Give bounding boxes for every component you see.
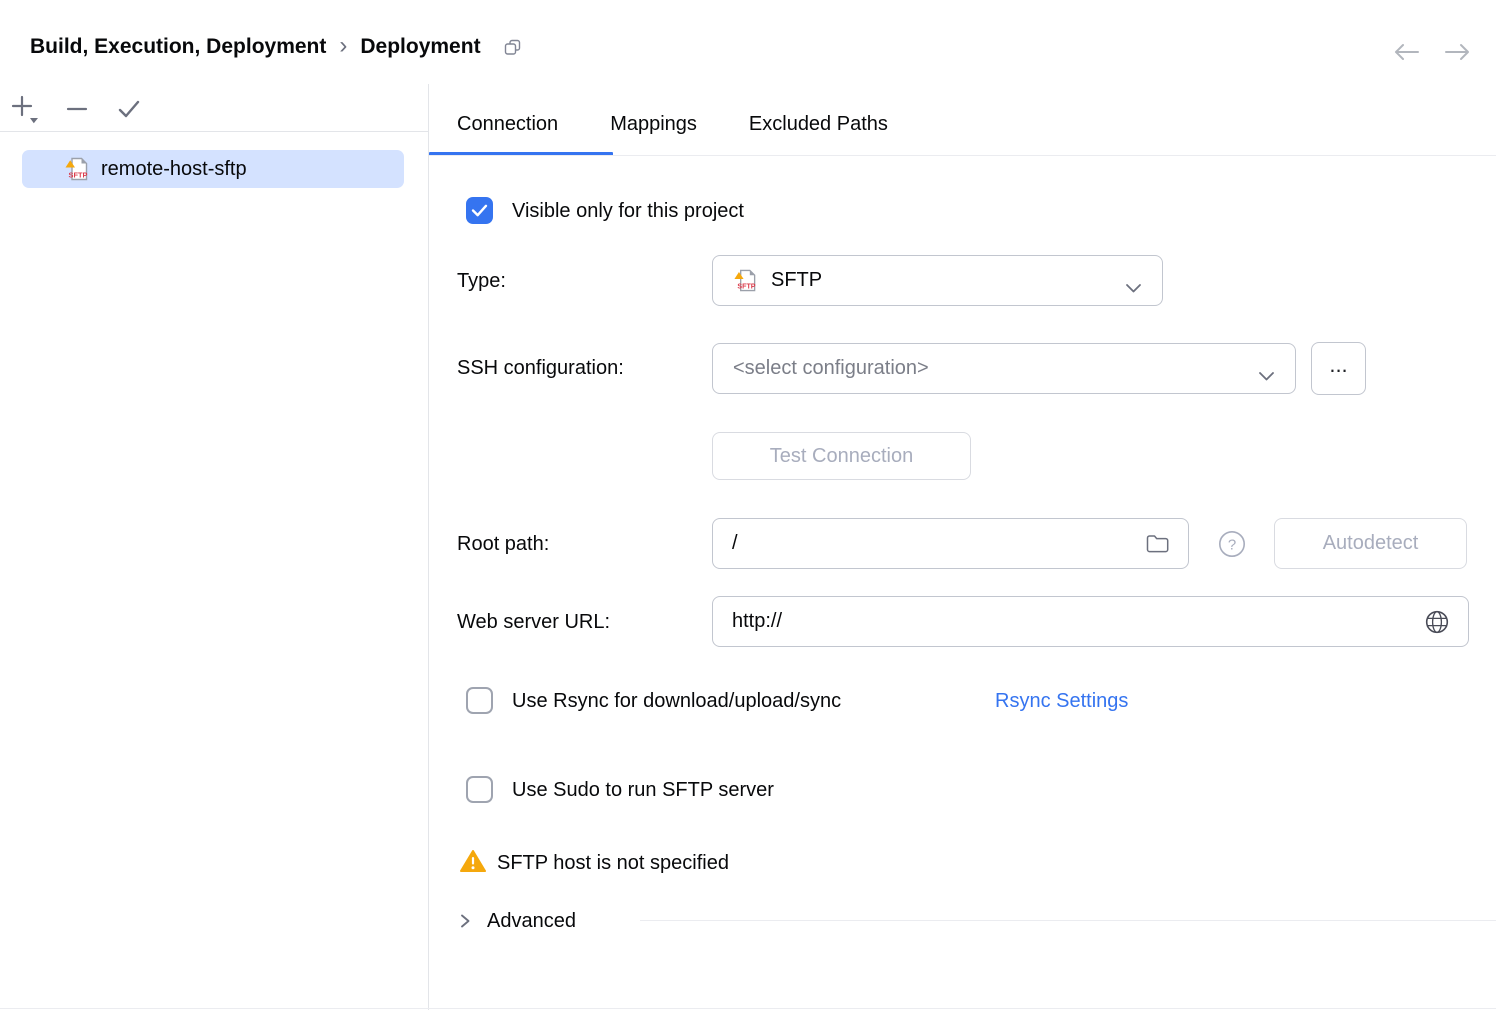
globe-icon — [1424, 609, 1450, 635]
svg-text:SFTP: SFTP — [737, 283, 755, 291]
visible-only-checkbox[interactable] — [466, 197, 493, 224]
chevron-right-icon — [459, 913, 471, 929]
tab-excluded-paths[interactable]: Excluded Paths — [749, 109, 888, 139]
remove-server-button[interactable] — [60, 92, 94, 126]
bottom-divider — [0, 1008, 1496, 1009]
tab-connection[interactable]: Connection — [457, 109, 558, 139]
advanced-section-toggle[interactable]: Advanced — [459, 905, 576, 937]
forward-arrow-button[interactable] — [1442, 38, 1472, 66]
use-rsync-label[interactable]: Use Rsync for download/upload/sync — [512, 688, 841, 714]
minus-icon — [63, 95, 91, 123]
svg-text:?: ? — [1228, 537, 1236, 554]
server-list-toolbar — [8, 92, 146, 126]
checkmark-icon — [115, 95, 143, 123]
server-list-item-remote-host-sftp[interactable]: SFTP remote-host-sftp — [22, 150, 404, 188]
web-server-url-input[interactable] — [712, 596, 1469, 647]
tabs-divider — [429, 155, 1496, 156]
autodetect-button[interactable]: Autodetect — [1274, 518, 1467, 569]
advanced-divider — [640, 920, 1496, 921]
advanced-label: Advanced — [487, 910, 576, 933]
ssh-configuration-select[interactable]: <select configuration> — [712, 343, 1296, 394]
root-path-label: Root path: — [457, 531, 549, 557]
tab-bar: Connection Mappings Excluded Paths — [457, 109, 888, 139]
warning-icon — [460, 849, 486, 879]
copy-settings-icon[interactable] — [504, 39, 521, 56]
breadcrumb-separator-icon: › — [339, 36, 347, 59]
sftp-file-icon: SFTP — [64, 156, 90, 182]
chevron-down-icon — [1125, 277, 1142, 300]
breadcrumb-current[interactable]: Deployment — [360, 35, 480, 59]
breadcrumb: Build, Execution, Deployment › Deploymen… — [30, 30, 521, 64]
breadcrumb-root[interactable]: Build, Execution, Deployment — [30, 35, 326, 59]
folder-icon[interactable] — [1146, 534, 1169, 553]
use-rsync-checkbox[interactable] — [466, 687, 493, 714]
ssh-configuration-label: SSH configuration: — [457, 355, 624, 381]
test-connection-button[interactable]: Test Connection — [712, 432, 971, 480]
type-select-value: SFTP — [771, 269, 822, 292]
rsync-settings-link[interactable]: Rsync Settings — [995, 688, 1128, 714]
check-icon — [471, 204, 488, 217]
back-arrow-button[interactable] — [1392, 38, 1422, 66]
ssh-browse-button[interactable]: ... — [1311, 342, 1366, 395]
type-label: Type: — [457, 268, 506, 294]
settings-deployment-page: Build, Execution, Deployment › Deploymen… — [0, 0, 1496, 1010]
svg-text:SFTP: SFTP — [69, 171, 88, 180]
apply-changes-button[interactable] — [112, 92, 146, 126]
sftp-type-icon: SFTP — [733, 268, 758, 293]
ssh-configuration-value: <select configuration> — [733, 357, 929, 380]
toolbar-divider — [0, 131, 428, 132]
chevron-down-icon — [1258, 365, 1275, 388]
tab-mappings[interactable]: Mappings — [610, 109, 697, 139]
add-server-button[interactable] — [8, 92, 42, 126]
visible-only-label[interactable]: Visible only for this project — [512, 198, 744, 224]
panel-divider — [428, 84, 429, 1010]
use-sudo-label[interactable]: Use Sudo to run SFTP server — [512, 777, 774, 803]
server-name: remote-host-sftp — [101, 158, 247, 181]
type-select[interactable]: SFTP SFTP — [712, 255, 1163, 306]
use-sudo-checkbox[interactable] — [466, 776, 493, 803]
help-icon[interactable]: ? — [1218, 530, 1246, 558]
root-path-input[interactable] — [712, 518, 1189, 569]
warning-text: SFTP host is not specified — [497, 850, 729, 876]
web-server-url-label: Web server URL: — [457, 609, 610, 635]
plus-icon — [9, 93, 41, 125]
